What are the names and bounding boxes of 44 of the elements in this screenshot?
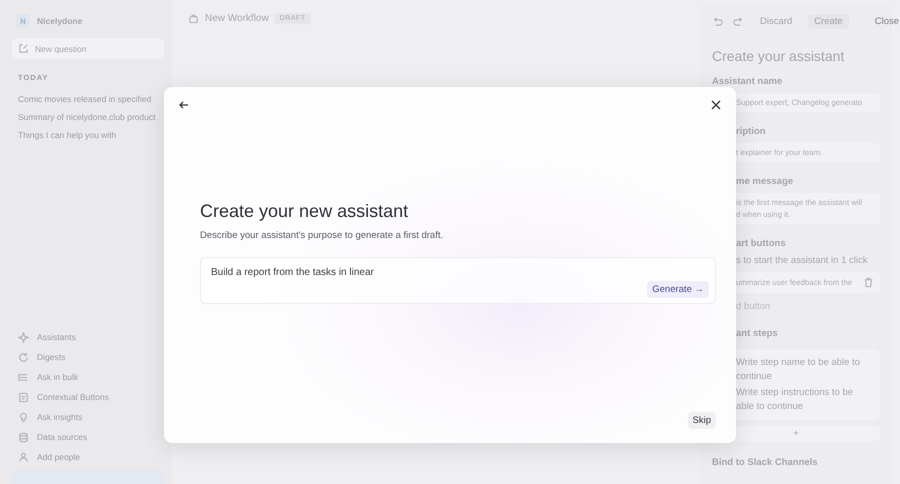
- logo-mark: N: [16, 14, 30, 28]
- step-placeholder[interactable]: Write step name to be able to continue: [736, 357, 872, 382]
- edit-icon: [18, 43, 29, 54]
- field-label: ription: [735, 126, 767, 137]
- field-label: Assistant name: [712, 76, 784, 87]
- skip-button[interactable]: Skip: [688, 412, 716, 429]
- dialog-title: Create your new assistant: [200, 201, 410, 222]
- field-label: Bind to Slack Channels: [712, 457, 819, 468]
- nav-item[interactable]: Add people: [37, 452, 80, 462]
- new-question-button[interactable]: New question: [12, 38, 164, 59]
- refresh-icon: [18, 352, 29, 362]
- step-placeholder[interactable]: Write step instructions to be able to continue: [736, 387, 872, 412]
- history-item[interactable]: Summary of nicelydone.club product: [12, 108, 164, 126]
- close-icon: [710, 99, 722, 111]
- toolbar-button[interactable]: Close: [868, 14, 900, 28]
- database-icon: [18, 432, 29, 442]
- person-icon: [18, 452, 29, 462]
- sparkle-icon: [18, 332, 29, 342]
- lightbulb-icon: [18, 412, 29, 422]
- prompt-field[interactable]: Build a report from the tasks in linear Generate →: [200, 257, 716, 304]
- dialog-subtitle: Describe your assistant's purpose to generate a first draft.: [200, 230, 444, 241]
- field-label: me message: [735, 176, 794, 187]
- panel-heading: Create your assistant: [712, 48, 846, 64]
- history-item[interactable]: Things I can help you with: [12, 126, 164, 144]
- nav-item[interactable]: Contextual Buttons: [37, 392, 109, 402]
- undo-icon[interactable]: [712, 16, 723, 26]
- nav-item[interactable]: Ask in bulk: [37, 372, 78, 382]
- nav-item[interactable]: Assistants: [37, 332, 76, 342]
- nav-item[interactable]: Data sources: [37, 432, 88, 442]
- field-label: art buttons: [735, 238, 787, 249]
- field-hint: s to start the assistant in 1 click: [735, 255, 868, 266]
- trash-icon[interactable]: [863, 277, 874, 288]
- nav-item[interactable]: Digests: [37, 352, 66, 362]
- redo-icon[interactable]: [733, 16, 744, 26]
- generate-button[interactable]: Generate →: [647, 281, 709, 298]
- brand-name: Nicelydone: [37, 16, 82, 26]
- workflow-icon: [188, 13, 199, 24]
- document-icon: [18, 392, 29, 402]
- history-item[interactable]: Comic movies released in specified: [12, 90, 164, 108]
- workflow-title: New Workflow: [205, 13, 269, 24]
- field-label: ant steps: [735, 328, 779, 339]
- arrow-left-icon: [178, 99, 190, 111]
- nav-item[interactable]: Ask insights: [37, 412, 82, 422]
- list-icon: [18, 372, 29, 382]
